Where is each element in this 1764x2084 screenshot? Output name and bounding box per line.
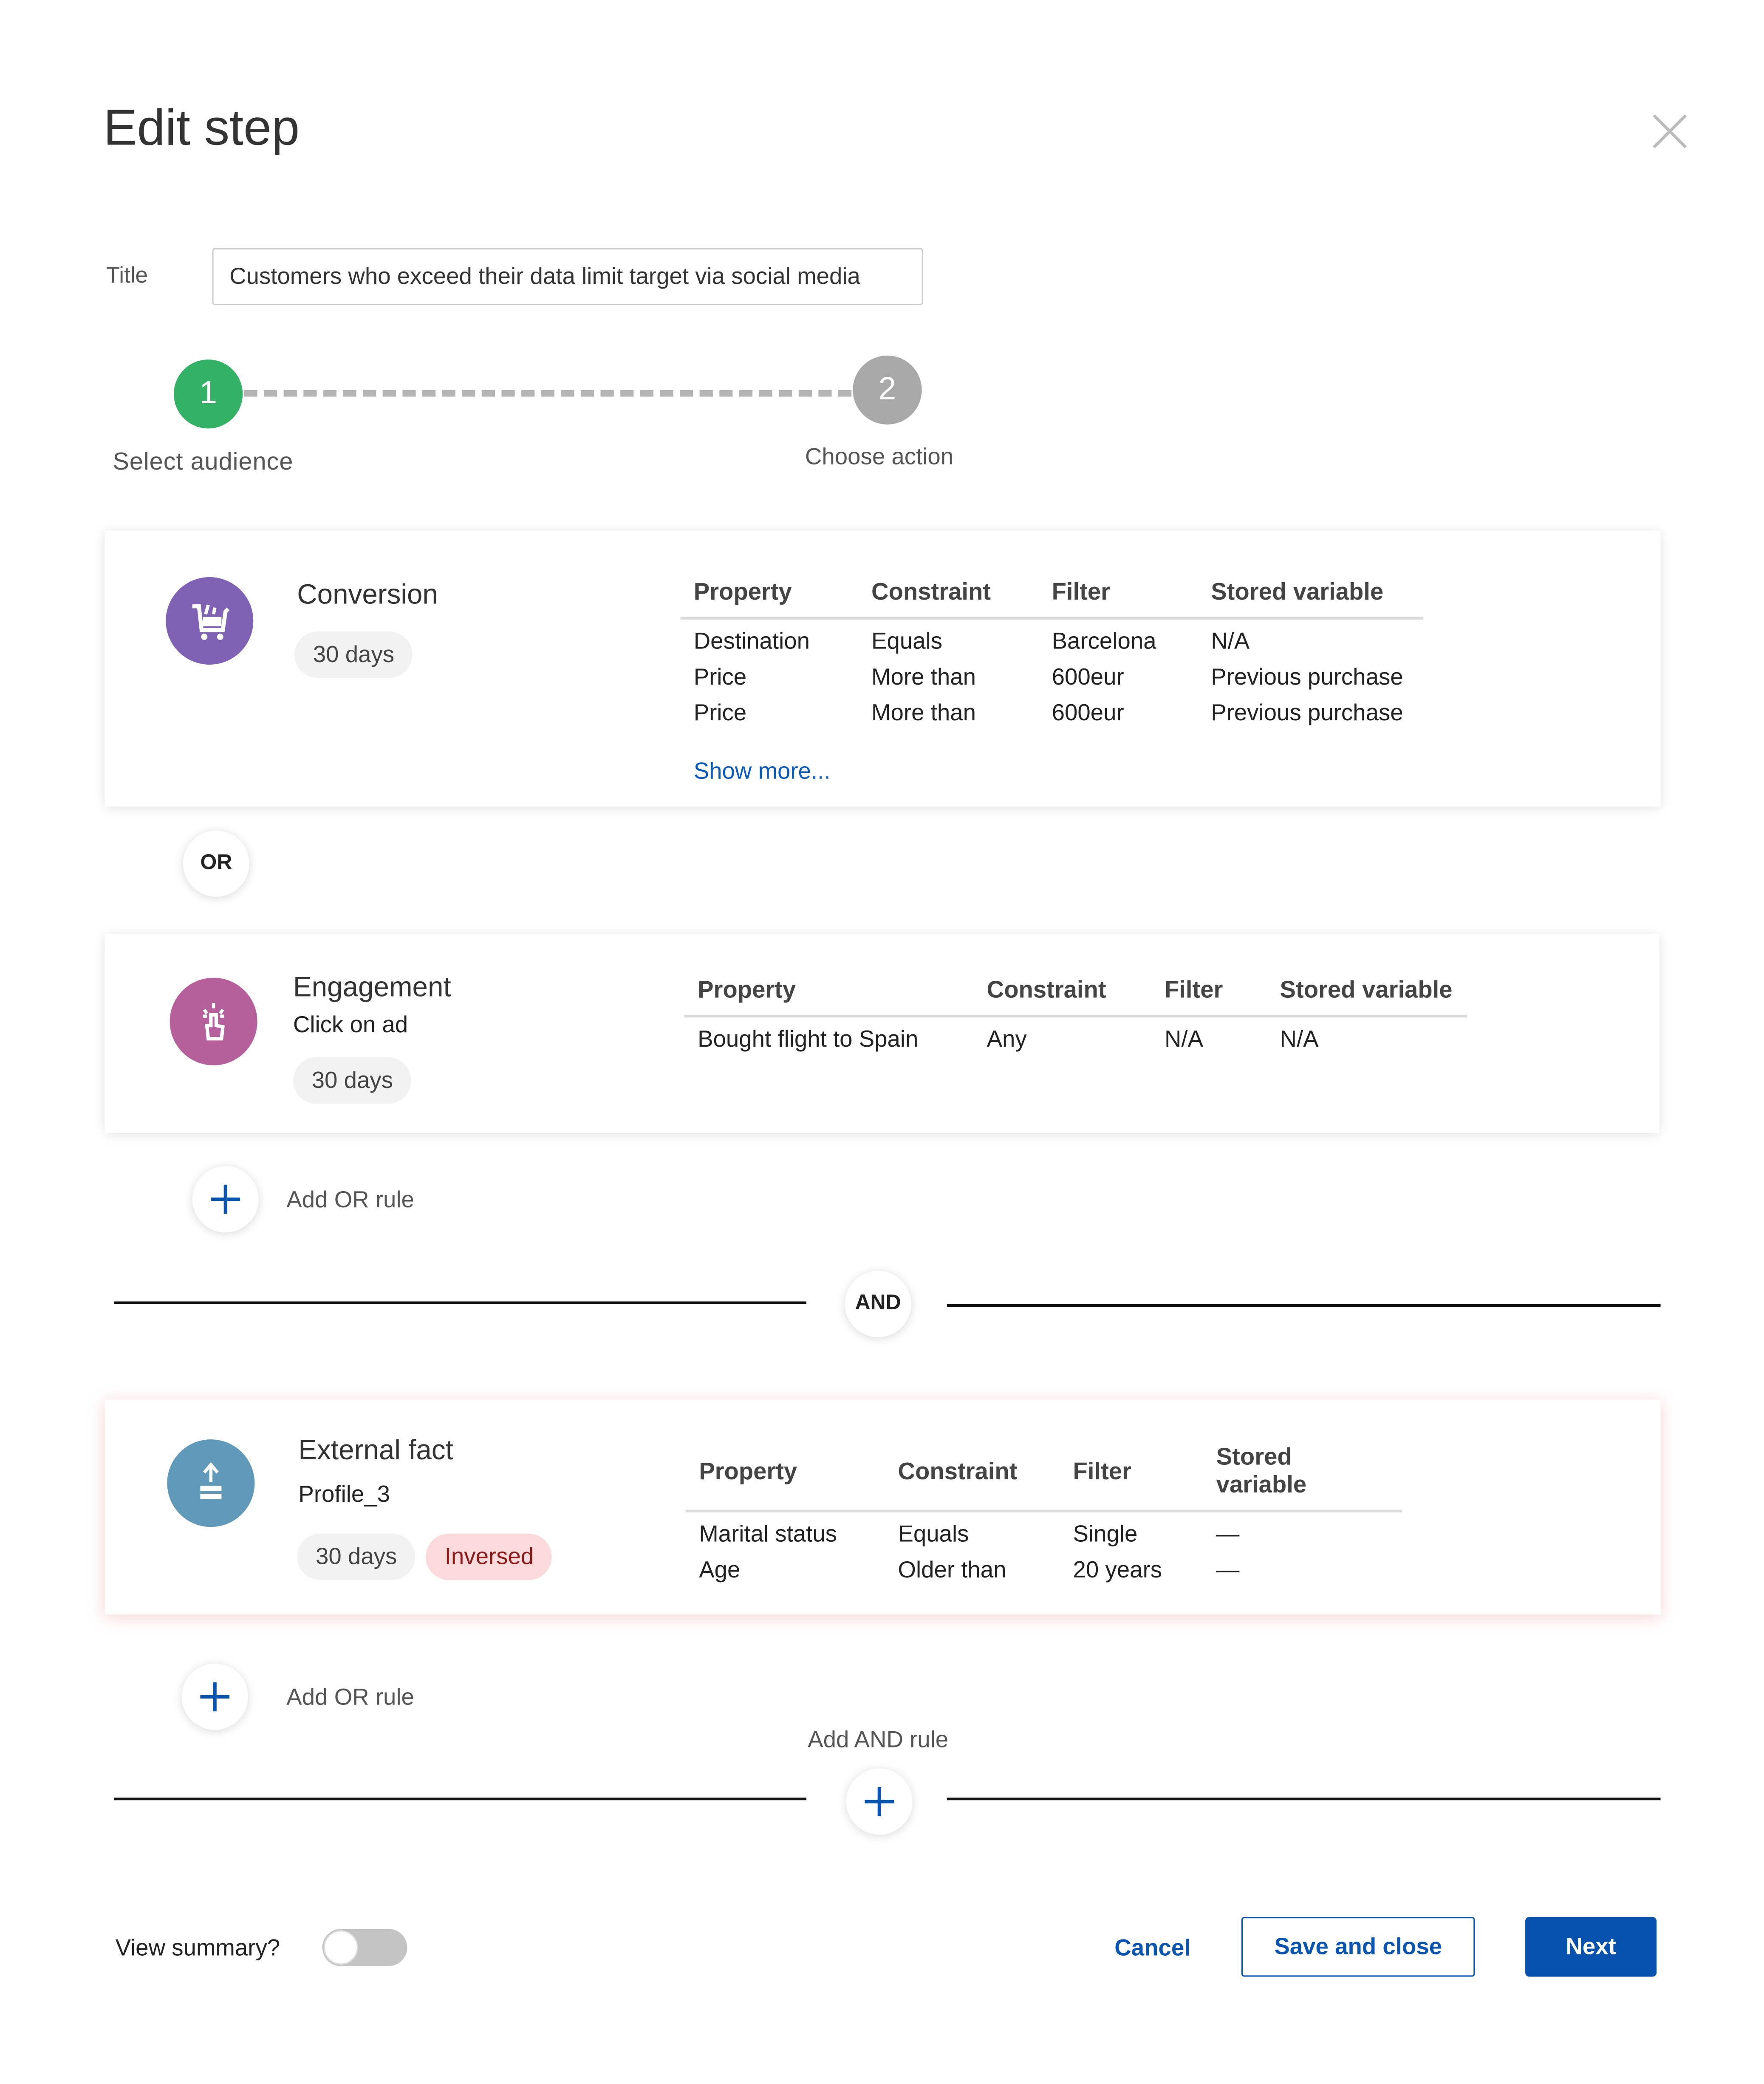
table-row: Destination Equals Barcelona N/A bbox=[680, 618, 1423, 655]
add-or-rule-label[interactable]: Add OR rule bbox=[286, 1684, 414, 1712]
cell: Single bbox=[1073, 1520, 1138, 1547]
rule-conditions-table: Property Constraint Filter Stored variab… bbox=[680, 578, 1423, 727]
cancel-button[interactable]: Cancel bbox=[1096, 1918, 1210, 1976]
column-header: Filter bbox=[1052, 578, 1110, 605]
table-row: Price More than 600eur Previous purchase bbox=[680, 691, 1423, 727]
add-or-rule-button[interactable] bbox=[192, 1166, 259, 1233]
rule-subtitle: Profile_3 bbox=[298, 1480, 390, 1507]
cell: N/A bbox=[1211, 627, 1250, 654]
and-operator[interactable]: AND bbox=[845, 1271, 911, 1337]
cell: — bbox=[1216, 1556, 1240, 1583]
cell: Equals bbox=[871, 627, 943, 654]
add-or-rule-button[interactable] bbox=[181, 1663, 248, 1730]
cell: Price bbox=[693, 699, 747, 726]
cell: More than bbox=[871, 699, 976, 726]
cell: Destination bbox=[693, 627, 810, 654]
add-and-rule-label[interactable]: Add AND rule bbox=[808, 1726, 948, 1754]
badges: 30 days Inversed bbox=[297, 1533, 552, 1580]
cell: 600eur bbox=[1052, 663, 1124, 690]
conversion-icon-badge bbox=[166, 577, 254, 665]
cell: N/A bbox=[1280, 1025, 1319, 1052]
toggle-knob bbox=[323, 1930, 358, 1965]
next-button[interactable]: Next bbox=[1525, 1917, 1657, 1977]
rule-name: Engagement bbox=[293, 972, 451, 1003]
cell: Previous purchase bbox=[1211, 699, 1403, 726]
rule-conditions-table: Property Constraint Filter Stored variab… bbox=[684, 977, 1467, 1053]
cell: Bought flight to Spain bbox=[698, 1025, 919, 1052]
column-header: Property bbox=[699, 1457, 797, 1484]
column-header: Filter bbox=[1073, 1457, 1131, 1484]
inversed-badge: Inversed bbox=[426, 1533, 552, 1580]
divider-line bbox=[114, 1798, 807, 1801]
period-badge: 30 days bbox=[297, 1533, 416, 1580]
rule-name: Conversion bbox=[297, 580, 438, 611]
cell: Previous purchase bbox=[1211, 663, 1403, 690]
plus-icon bbox=[211, 1184, 240, 1214]
column-header: Constraint bbox=[987, 976, 1106, 1003]
divider-line bbox=[947, 1304, 1661, 1307]
view-summary-toggle[interactable] bbox=[322, 1929, 407, 1966]
cell: More than bbox=[871, 663, 976, 690]
save-and-close-button[interactable]: Save and close bbox=[1241, 1917, 1475, 1977]
column-header: Stored variable bbox=[1211, 578, 1384, 605]
cell: Price bbox=[693, 663, 747, 690]
title-label: Title bbox=[106, 263, 148, 288]
step-1-label: Select audience bbox=[113, 447, 294, 475]
column-header: Property bbox=[698, 976, 796, 1003]
rule-conditions-table: Property Constraint Filter Stored variab… bbox=[685, 1443, 1402, 1584]
cell: Age bbox=[699, 1556, 741, 1583]
cell: Barcelona bbox=[1052, 627, 1156, 654]
add-and-rule-button[interactable] bbox=[846, 1768, 913, 1835]
column-header: Property bbox=[693, 578, 792, 605]
period-badge: 30 days bbox=[294, 631, 413, 678]
table-row: Age Older than 20 years — bbox=[686, 1548, 1402, 1584]
period-badge: 30 days bbox=[293, 1057, 412, 1104]
close-icon bbox=[1653, 114, 1687, 148]
cell: 20 years bbox=[1073, 1556, 1162, 1583]
table-row: Bought flight to Spain Any N/A N/A bbox=[684, 1016, 1467, 1053]
show-more-link[interactable]: Show more... bbox=[694, 758, 831, 786]
cell: 600eur bbox=[1052, 699, 1124, 726]
upload-data-icon bbox=[200, 1462, 222, 1499]
column-header: Filter bbox=[1164, 976, 1223, 1003]
table-row: Price More than 600eur Previous purchase bbox=[680, 655, 1423, 691]
column-header: Stored variable bbox=[1216, 1443, 1307, 1498]
close-button[interactable] bbox=[1650, 111, 1690, 151]
step-2-label: Choose action bbox=[805, 443, 954, 470]
cell: — bbox=[1216, 1520, 1240, 1547]
cell: Older than bbox=[898, 1556, 1006, 1583]
shopping-cart-icon bbox=[192, 604, 230, 640]
step-1-indicator[interactable]: 1 bbox=[173, 360, 243, 429]
column-header: Constraint bbox=[871, 578, 991, 605]
rule-name: External fact bbox=[298, 1435, 453, 1466]
title-input[interactable] bbox=[212, 248, 923, 306]
external-fact-icon-badge bbox=[167, 1439, 255, 1527]
stepper-connector bbox=[244, 390, 852, 397]
dialog-title: Edit step bbox=[103, 101, 300, 157]
edit-step-dialog: Edit step Title 1 2 Select audience Choo… bbox=[0, 0, 1764, 2084]
plus-icon bbox=[200, 1682, 230, 1712]
cell: Marital status bbox=[699, 1520, 837, 1547]
cell: Equals bbox=[898, 1520, 969, 1547]
rule-card-engagement[interactable]: Engagement Click on ad 30 days Property … bbox=[105, 934, 1659, 1133]
rule-card-external-fact[interactable]: External fact Profile_3 30 days Inversed… bbox=[105, 1399, 1661, 1615]
step-2-indicator[interactable]: 2 bbox=[853, 355, 922, 425]
column-header: Constraint bbox=[898, 1457, 1018, 1484]
tap-icon bbox=[203, 1003, 225, 1041]
add-or-rule-label[interactable]: Add OR rule bbox=[286, 1186, 414, 1214]
cell: N/A bbox=[1164, 1025, 1204, 1052]
rule-card-conversion[interactable]: Conversion 30 days Property Constraint F… bbox=[105, 530, 1661, 807]
plus-icon bbox=[865, 1787, 894, 1816]
divider-line bbox=[947, 1798, 1661, 1801]
table-row: Marital status Equals Single — bbox=[686, 1511, 1402, 1548]
column-header: Stored variable bbox=[1280, 976, 1453, 1003]
cell: Any bbox=[987, 1025, 1027, 1052]
engagement-icon-badge bbox=[170, 977, 257, 1065]
divider-line bbox=[114, 1301, 807, 1304]
view-summary-label: View summary? bbox=[115, 1934, 280, 1961]
rule-subtitle: Click on ad bbox=[293, 1011, 408, 1038]
or-operator[interactable]: OR bbox=[183, 830, 249, 897]
